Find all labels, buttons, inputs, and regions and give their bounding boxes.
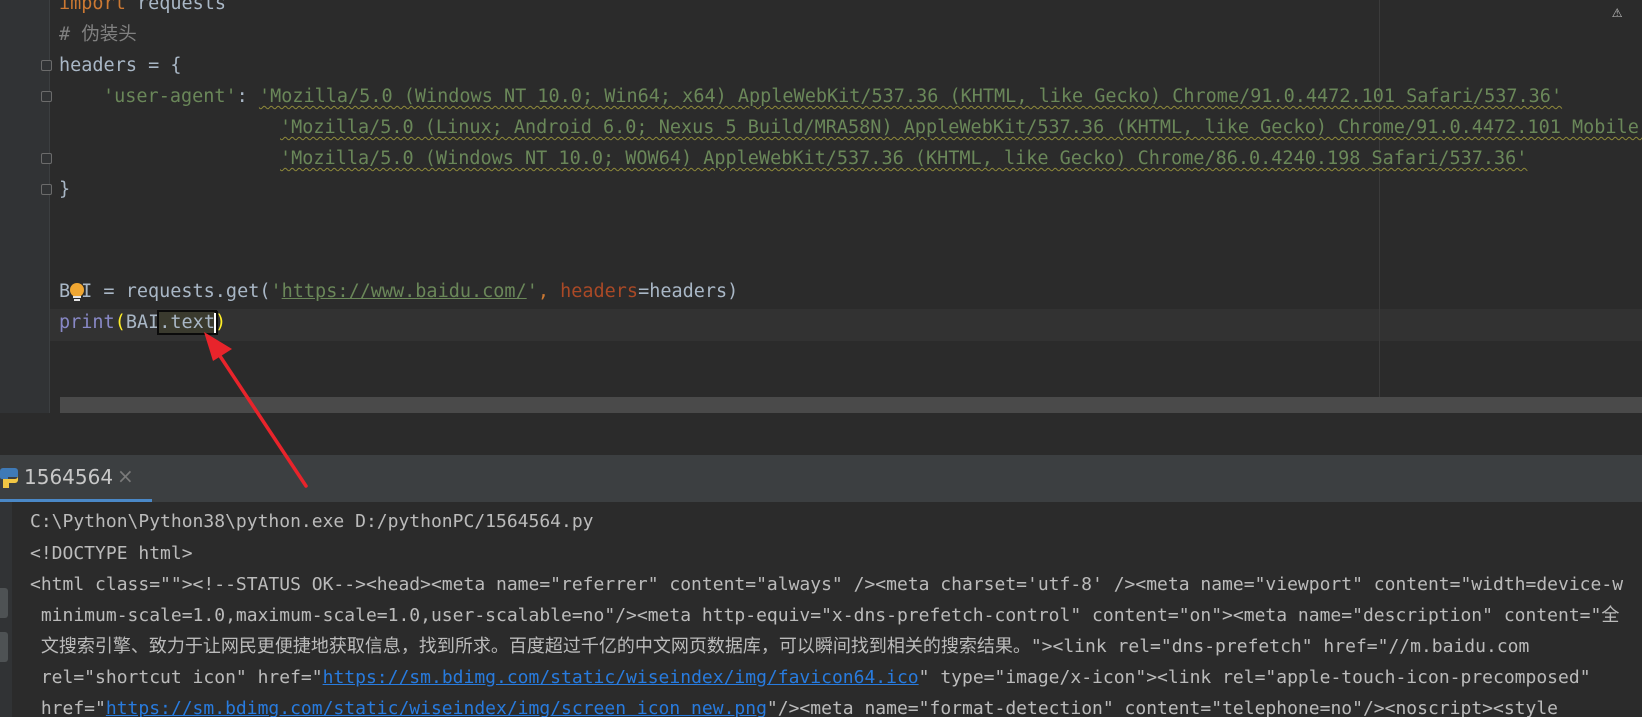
code-line-6: 'Mozilla/5.0 (Windows NT 10.0; WOW64) Ap… (280, 143, 1527, 175)
colon: : (236, 86, 259, 107)
run-tool-window-header: 1564564 × (0, 455, 1642, 502)
argument-value: =headers) (638, 281, 739, 302)
run-console-output[interactable]: C:\Python\Python38\python.exe D:/pythonP… (0, 502, 1642, 717)
url-literal[interactable]: https://www.baidu.com/ (282, 281, 527, 302)
user-agent-string-1: 'Mozilla/5.0 (Windows NT 10.0; Win64; x6… (258, 86, 1563, 107)
user-agent-string-3: 'Mozilla/5.0 (Windows NT 10.0; WOW64) Ap… (280, 148, 1528, 169)
code-editor[interactable]: import requests # 伪装头 headers = { 'user-… (0, 0, 1642, 413)
quote: ' (526, 281, 538, 302)
variable-bai: BAI (125, 312, 160, 333)
console-toolbar-button[interactable] (0, 588, 8, 618)
code-line-9: print(BAI.text) (59, 307, 226, 339)
panel-divider[interactable] (0, 413, 1642, 455)
code-line-2: # 伪装头 (59, 19, 137, 51)
console-line-5: 文搜索引擎、致力于让网民更便捷地获取信息，找到所求。百度超过千亿的中文网页数据库… (30, 636, 1530, 657)
requests-get-call: = requests.get( (92, 281, 271, 302)
comma: , (537, 281, 561, 302)
right-margin-guide (1379, 0, 1380, 413)
comment: # 伪装头 (59, 24, 137, 45)
user-agent-string-2: 'Mozilla/5.0 (Linux; Android 6.0; Nexus … (280, 117, 1642, 138)
warning-triangle-icon[interactable]: ⚠ (1612, 2, 1622, 22)
quote: ' (270, 281, 282, 302)
favicon-link[interactable]: https://sm.bdimg.com/static/wiseindex/im… (323, 667, 919, 688)
console-line-7: href="https://sm.bdimg.com/static/wisein… (30, 693, 1558, 717)
run-tab-label: 1564564 (24, 465, 114, 489)
intention-bulb-icon[interactable] (68, 282, 86, 302)
code-line-8: BI = requests.get('https://www.baidu.com… (59, 276, 738, 308)
console-toolbar-button[interactable] (0, 632, 8, 662)
fold-toggle-headers[interactable] (41, 60, 52, 71)
close-icon[interactable]: × (117, 464, 134, 488)
dict-key: 'user-agent' (103, 86, 237, 107)
code-line-5: 'Mozilla/5.0 (Linux; Android 6.0; Nexus … (280, 112, 1642, 144)
console-line-3: <html class=""><!--STATUS OK--><head><me… (30, 574, 1624, 595)
closing-brace: } (59, 179, 71, 200)
keyword-import: import (59, 0, 126, 14)
python-icon (0, 468, 18, 488)
console-text: "/><meta name="format-detection" content… (766, 698, 1559, 717)
horizontal-scrollbar[interactable] (60, 397, 1642, 413)
keyword-argument: headers (560, 281, 639, 302)
console-text: rel="shortcut icon" href=" (30, 667, 323, 688)
highlighted-attribute: .text (157, 310, 217, 335)
console-line-4: minimum-scale=1.0,maximum-scale=1.0,user… (30, 605, 1620, 626)
dot: . (159, 312, 171, 333)
console-text: href=" (30, 698, 106, 717)
console-toolbar-strip (0, 502, 12, 717)
headers-assignment: headers = { (59, 55, 182, 76)
console-line-1: C:\Python\Python38\python.exe D:/pythonP… (30, 511, 594, 532)
current-line-highlight (50, 309, 1642, 341)
code-line-7: } (59, 174, 70, 206)
code-line-1: import requests (59, 0, 226, 20)
fold-toggle-user-agent[interactable] (41, 91, 52, 102)
console-line-2: <!DOCTYPE html> (30, 543, 193, 564)
console-text: " type="image/x-icon"><link rel="apple-t… (918, 667, 1591, 688)
code-line-4: 'user-agent': 'Mozilla/5.0 (Windows NT 1… (103, 81, 1562, 113)
attribute-text: text (170, 312, 215, 333)
close-paren: ) (214, 312, 227, 333)
builtin-print: print (59, 312, 115, 333)
open-paren: ( (114, 312, 126, 333)
run-tab-1564564[interactable]: 1564564 × (0, 455, 152, 502)
fold-toggle-headers-end[interactable] (41, 184, 52, 195)
screen-icon-link[interactable]: https://sm.bdimg.com/static/wiseindex/im… (106, 698, 767, 717)
fold-toggle-user-agent-end[interactable] (41, 153, 52, 164)
module-name: requests (125, 0, 227, 14)
console-line-6: rel="shortcut icon" href="https://sm.bdi… (30, 662, 1591, 694)
code-line-3: headers = { (59, 50, 182, 82)
